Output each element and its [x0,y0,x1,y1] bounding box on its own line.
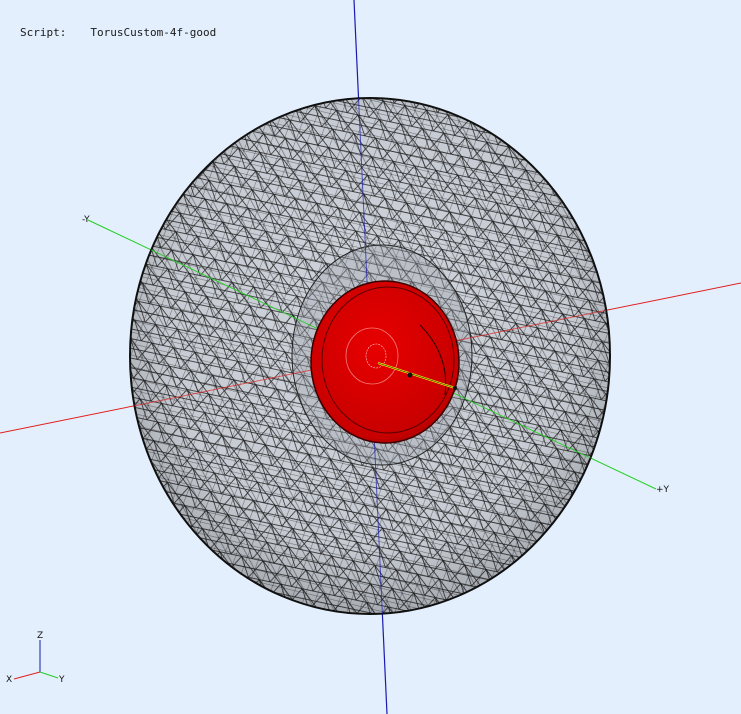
triad-z-label: Z [37,631,43,641]
red-inner-part[interactable] [310,280,460,444]
triad-y-label: Y [58,675,65,685]
script-label: Script: [20,26,67,39]
scene-canvas[interactable]: -Y +Y Z X Y [0,0,741,714]
pos-y-label: +Y [656,485,670,495]
neg-y-label: -Y [82,215,90,225]
3d-viewport[interactable]: -Y +Y Z X Y Script: TorusCustom-4f-good [0,0,741,714]
script-name: TorusCustom-4f-good [90,26,217,39]
orientation-triad: Z X Y [6,631,65,685]
pick-point[interactable] [407,372,413,378]
triad-x-label: X [6,675,12,685]
script-info: Script: TorusCustom-4f-good [20,26,216,39]
